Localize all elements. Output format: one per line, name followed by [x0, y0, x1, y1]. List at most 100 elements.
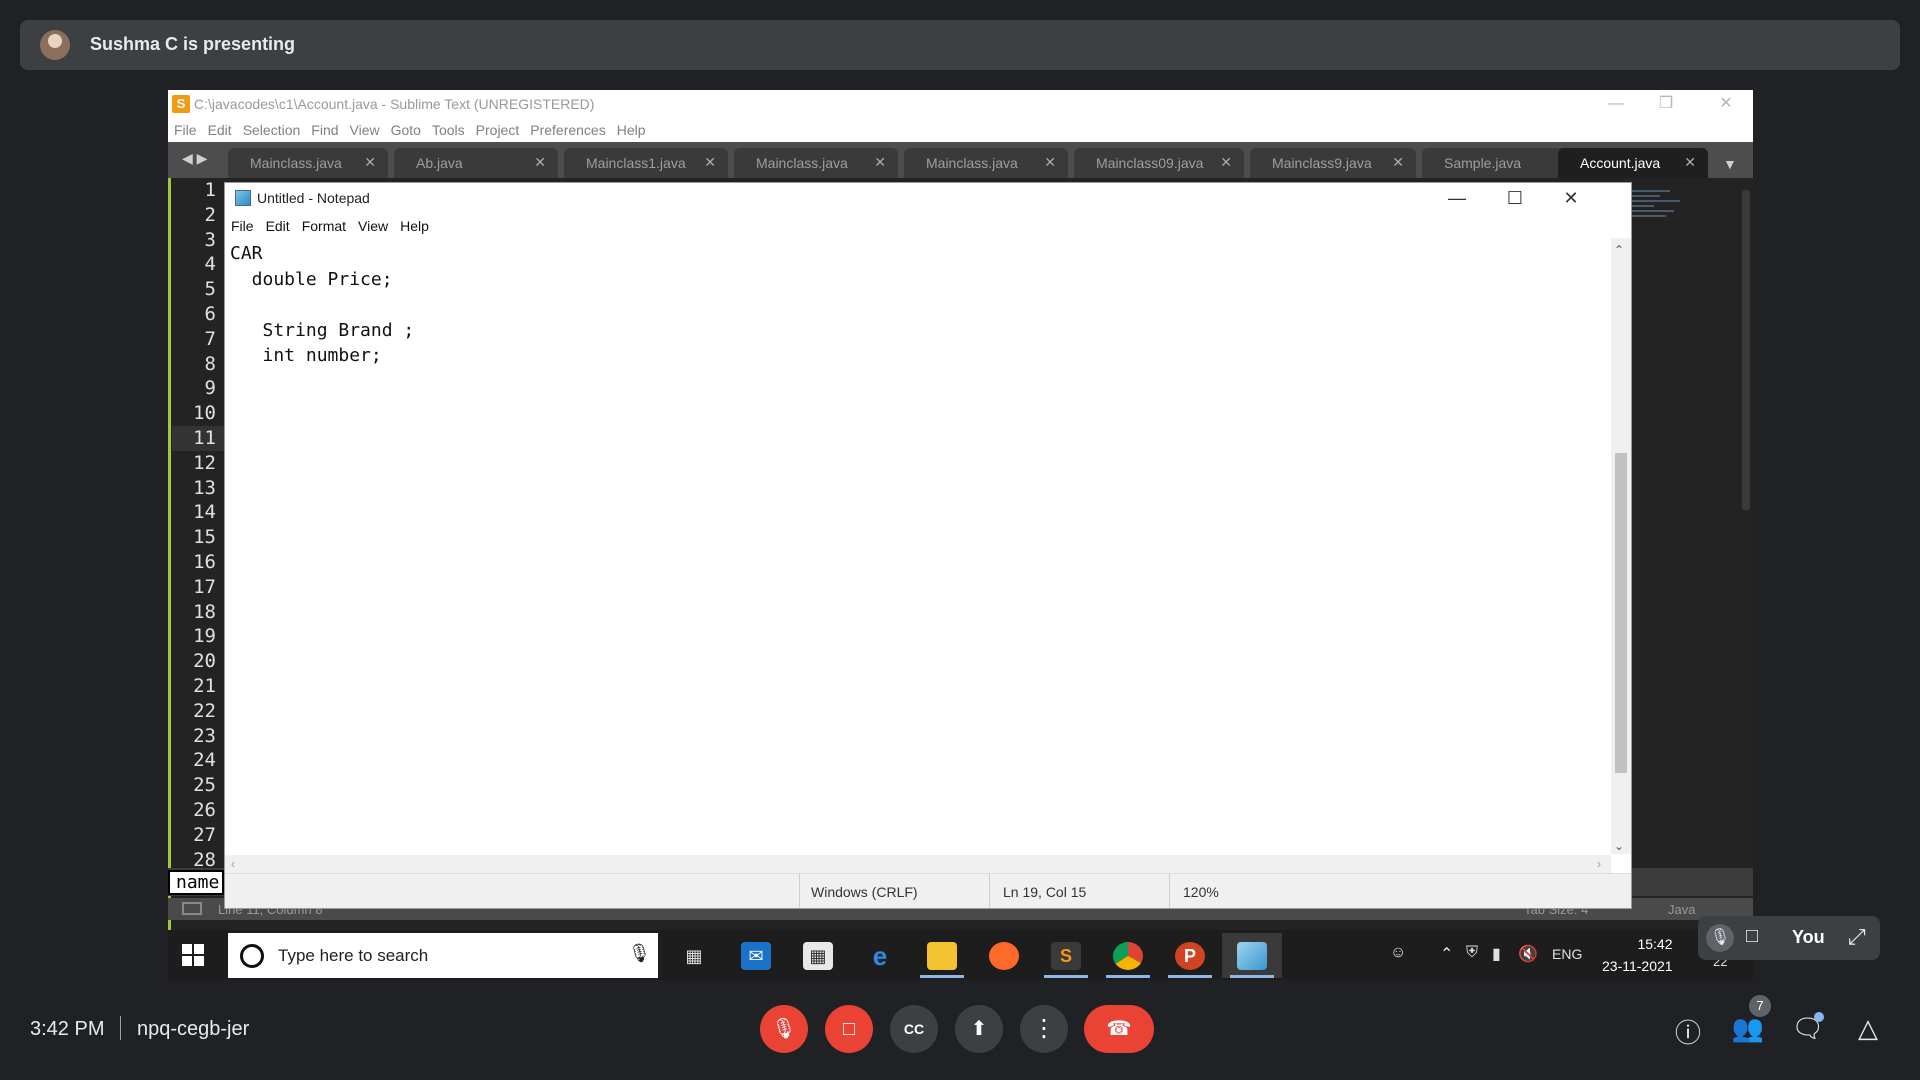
- tab-account-active[interactable]: Account.java ✕: [1558, 148, 1708, 178]
- sublime-menu-file[interactable]: File: [168, 118, 202, 138]
- meeting-code: npq-cegb-jer: [137, 1018, 250, 1040]
- tab-label: Mainclass9.java: [1272, 155, 1372, 171]
- sublime-menu-project[interactable]: Project: [470, 118, 525, 138]
- tab-close-icon[interactable]: ✕: [364, 154, 376, 171]
- people-icon[interactable]: 👥: [1728, 1013, 1768, 1044]
- tab-mainclass-2[interactable]: Mainclass.java ✕: [734, 148, 898, 178]
- tab-label: Ab.java: [416, 155, 463, 171]
- notepad-zoom: 120%: [1183, 884, 1219, 900]
- microphone-icon[interactable]: 🎙: [628, 943, 651, 964]
- mic-toggle-button[interactable]: 🎙: [760, 1005, 808, 1053]
- scroll-right-arrow-icon[interactable]: ›: [1597, 857, 1601, 871]
- sublime-menu-edit[interactable]: Edit: [202, 118, 237, 138]
- tab-close-icon[interactable]: ✕: [1220, 154, 1232, 171]
- sublime-scrollbar[interactable]: [1742, 190, 1750, 510]
- notepad-maximize-button[interactable]: ☐: [1487, 183, 1543, 213]
- sublime-minimap[interactable]: [1630, 190, 1690, 250]
- tab-close-icon[interactable]: ✕: [1684, 154, 1696, 171]
- leave-call-button[interactable]: ☎: [1084, 1005, 1154, 1053]
- line-number: 19: [193, 625, 216, 648]
- sublime-minimize-button[interactable]: —: [1588, 92, 1644, 116]
- defender-icon[interactable]: ⛨: [1466, 944, 1478, 962]
- presenter-label: Sushma C is presenting: [90, 34, 296, 54]
- tab-mainclass-3[interactable]: Mainclass.java ✕: [904, 148, 1068, 178]
- sublime-menu-find[interactable]: Find: [305, 118, 343, 138]
- tab-mainclass9[interactable]: Mainclass9.java ✕: [1250, 148, 1416, 178]
- sublime-menu-view[interactable]: View: [344, 118, 385, 138]
- scroll-up-arrow-icon[interactable]: ⌃: [1614, 243, 1624, 257]
- sublime-restore-button[interactable]: ❐: [1638, 92, 1694, 116]
- powerpoint-icon[interactable]: P: [1160, 933, 1220, 978]
- notepad-menu-edit[interactable]: Edit: [260, 213, 296, 234]
- sublime-menu-goto[interactable]: Goto: [385, 118, 426, 138]
- self-view-tile[interactable]: 🎙 □ You ⤢: [1698, 916, 1880, 960]
- tab-close-icon[interactable]: ✕: [1392, 154, 1404, 171]
- taskbar-search-box[interactable]: Type here to search 🎙: [228, 933, 658, 978]
- notepad-text-area[interactable]: CAR double Price; String Brand ; int num…: [230, 241, 1610, 801]
- notepad-menu-format[interactable]: Format: [296, 213, 352, 234]
- mail-icon[interactable]: ✉: [726, 933, 786, 978]
- line-number: 27: [193, 823, 216, 846]
- volume-muted-icon[interactable]: 🔇: [1518, 944, 1538, 964]
- notepad-taskbar-icon[interactable]: [1222, 933, 1282, 978]
- camera-toggle-button[interactable]: □: [825, 1005, 873, 1053]
- scroll-left-arrow-icon[interactable]: ‹: [231, 857, 235, 871]
- sublime-modified-indicator: [168, 178, 171, 945]
- line-number: 11: [172, 425, 226, 451]
- store-icon[interactable]: ▦: [788, 933, 848, 978]
- people-icon[interactable]: ☺: [1390, 944, 1406, 962]
- tab-close-icon[interactable]: ✕: [874, 154, 886, 171]
- tray-chevron-icon[interactable]: ⌃: [1440, 944, 1453, 964]
- sublime-menu-help[interactable]: Help: [611, 118, 651, 138]
- chrome-icon[interactable]: [1098, 933, 1158, 978]
- notepad-scroll-thumb[interactable]: [1615, 453, 1627, 773]
- notepad-menu-help[interactable]: Help: [394, 213, 435, 234]
- line-number: 26: [193, 798, 216, 821]
- task-view-icon[interactable]: ▦: [664, 933, 724, 978]
- battery-icon[interactable]: ▮: [1492, 944, 1501, 964]
- activities-icon[interactable]: △: [1848, 1013, 1888, 1044]
- sublime-text-icon[interactable]: S: [1036, 933, 1096, 978]
- edge-icon[interactable]: e: [850, 933, 910, 978]
- console-toggle-icon[interactable]: [182, 902, 202, 915]
- scroll-down-arrow-icon[interactable]: ⌄: [1614, 839, 1624, 853]
- sublime-autocomplete-item[interactable]: name: [168, 870, 224, 895]
- notepad-horizontal-scrollbar[interactable]: [225, 855, 1611, 873]
- tab-mainclass09[interactable]: Mainclass09.java ✕: [1074, 148, 1244, 178]
- expand-icon[interactable]: ⤢: [1848, 924, 1866, 950]
- tab-scroll-arrows-icon[interactable]: ◀ ▶: [182, 150, 207, 167]
- windows-start-icon[interactable]: [182, 944, 204, 966]
- tab-mainclass1[interactable]: Mainclass1.java ✕: [564, 148, 728, 178]
- taskbar-date[interactable]: 23-11-2021: [1602, 958, 1673, 974]
- mic-off-icon: 🎙: [1706, 924, 1734, 952]
- meeting-details-icon[interactable]: ⓘ: [1668, 1013, 1708, 1050]
- tab-close-icon[interactable]: ✕: [534, 154, 546, 171]
- notepad-minimize-button[interactable]: —: [1429, 183, 1485, 213]
- sublime-close-button[interactable]: ✕: [1698, 92, 1753, 116]
- mic-off-icon: 🎙: [771, 1018, 797, 1040]
- tab-mainclass[interactable]: Mainclass.java ✕: [228, 148, 388, 178]
- tab-label: Mainclass.java: [250, 155, 342, 171]
- sublime-menu-selection[interactable]: Selection: [237, 118, 306, 138]
- present-button[interactable]: ⬆: [955, 1005, 1003, 1053]
- sublime-syntax[interactable]: Java: [1668, 902, 1695, 917]
- tab-close-icon[interactable]: ✕: [1044, 154, 1056, 171]
- notepad-menu-view[interactable]: View: [352, 213, 394, 234]
- tab-list-dropdown-icon[interactable]: ▼: [1723, 156, 1737, 172]
- more-options-button[interactable]: ⋮: [1020, 1005, 1068, 1053]
- sublime-menubar: File Edit Selection Find View Goto Tools Projec…: [168, 118, 1753, 142]
- notepad-menu-file[interactable]: File: [225, 213, 260, 234]
- language-indicator[interactable]: ENG: [1552, 946, 1582, 962]
- tab-ab[interactable]: Ab.java ✕: [394, 148, 558, 178]
- notepad-close-button[interactable]: ✕: [1543, 183, 1599, 213]
- sublime-menu-preferences[interactable]: Preferences: [524, 118, 610, 138]
- file-explorer-icon[interactable]: [912, 933, 972, 978]
- sublime-menu-tools[interactable]: Tools: [426, 118, 470, 138]
- tab-label: Mainclass09.java: [1096, 155, 1204, 171]
- sublime-tab-bar: ◀ ▶ Mainclass.java ✕ Ab.java ✕ Mainclass1.…: [168, 142, 1753, 178]
- tab-close-icon[interactable]: ✕: [704, 154, 716, 171]
- captions-button[interactable]: CC: [890, 1005, 938, 1053]
- taskbar-time[interactable]: 15:42: [1620, 936, 1690, 952]
- firefox-icon[interactable]: [974, 933, 1034, 978]
- bottom-bar-divider: [120, 1016, 121, 1040]
